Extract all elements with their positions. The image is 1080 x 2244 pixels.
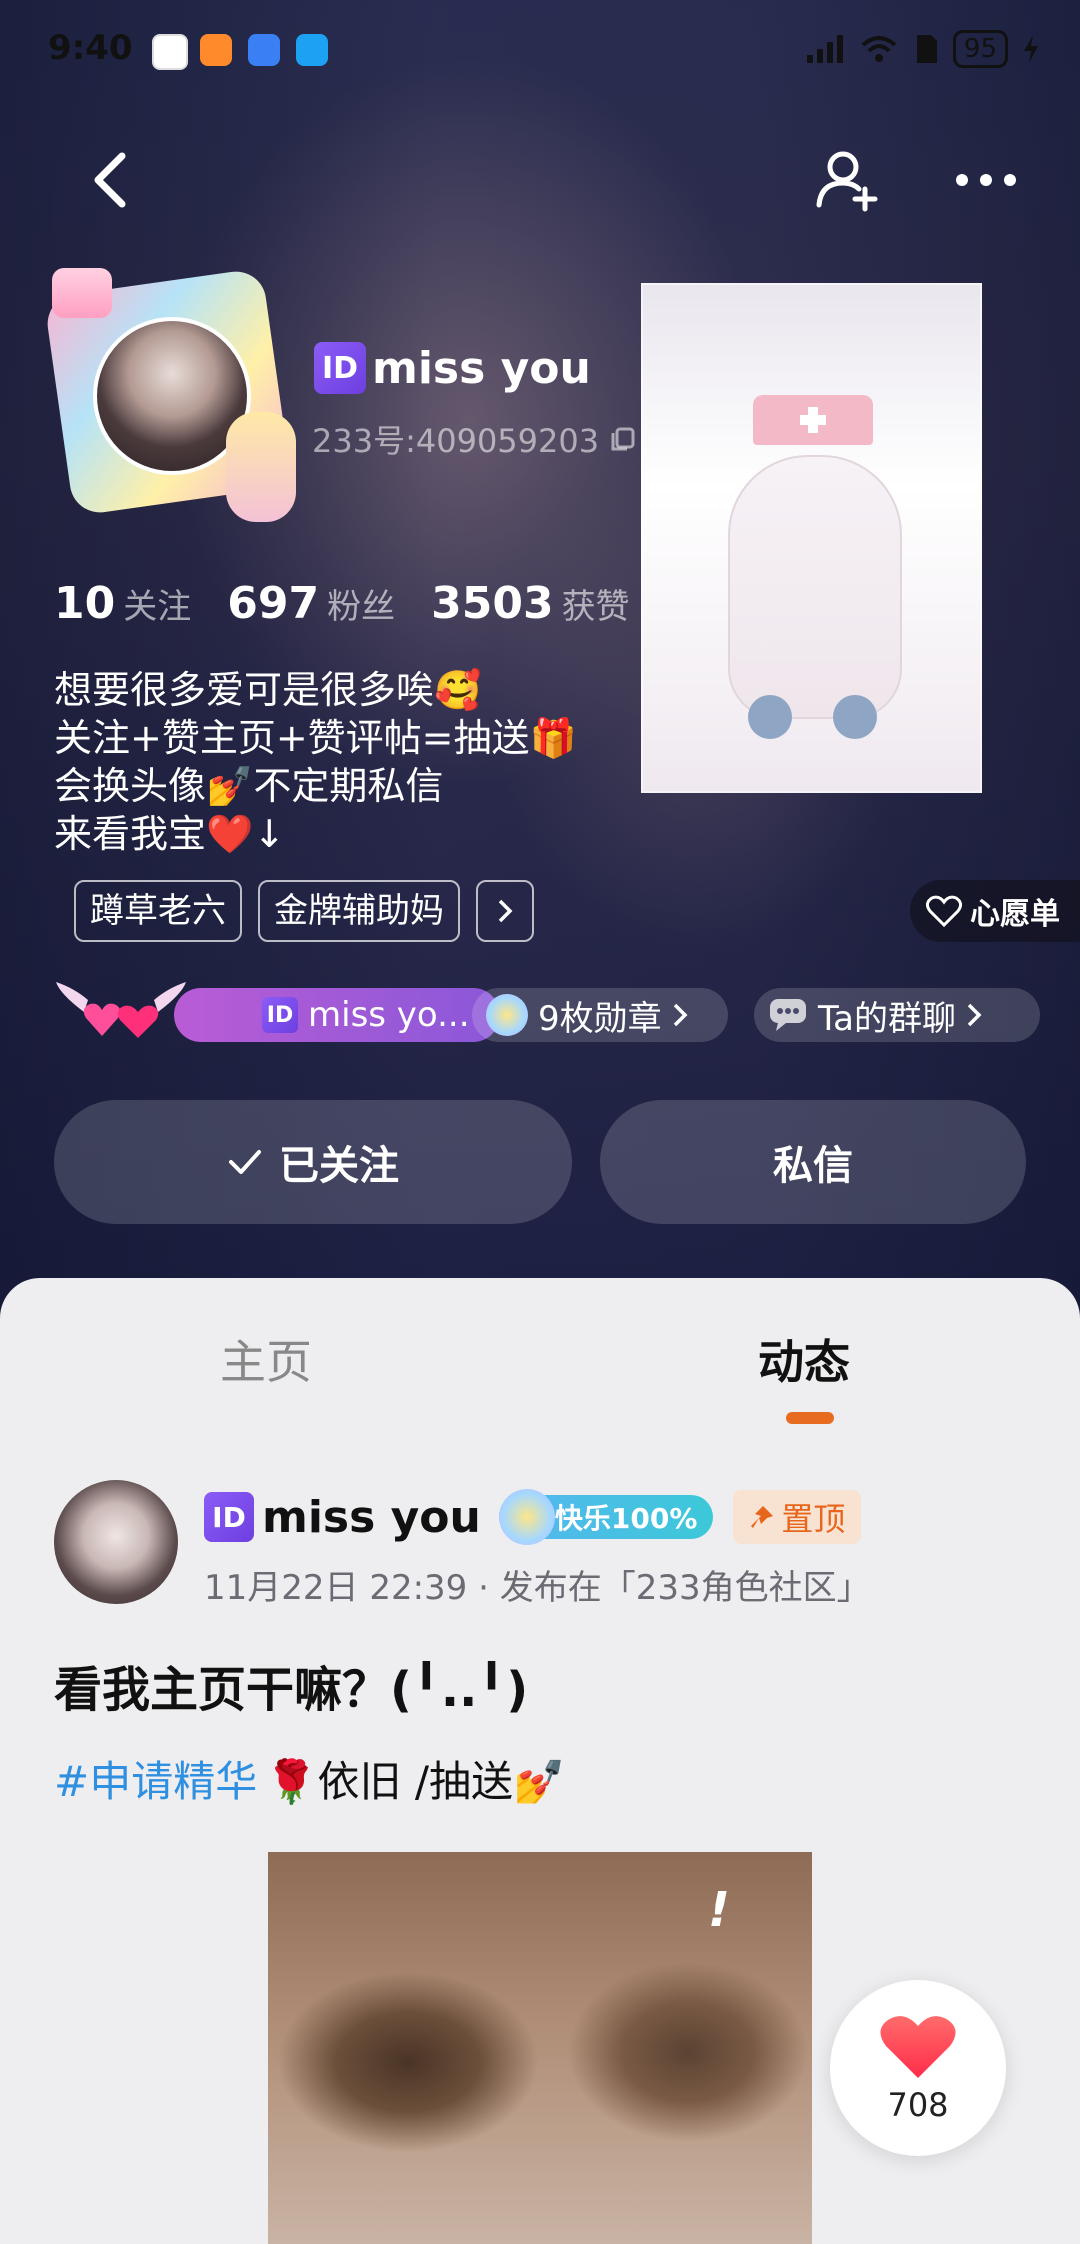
post-hashtag[interactable]: #申请精华 <box>54 1748 257 1809</box>
medal-icon <box>498 1489 555 1545</box>
post-author-name[interactable]: miss you <box>262 1492 481 1543</box>
pin-icon <box>751 1506 774 1528</box>
badges-chip[interactable]: 9枚勋章 <box>472 988 728 1042</box>
profile-tabs: 主页 动态 <box>0 1278 1080 1428</box>
message-label: 私信 <box>773 1143 853 1189</box>
charging-icon <box>1024 35 1038 63</box>
bio-line: 想要很多爱可是很多唉🥰 <box>54 668 482 712</box>
post-header: ID miss you 快乐100% 置顶 <box>204 1489 862 1545</box>
character-left-eye <box>748 695 792 739</box>
signal-icon <box>806 35 843 63</box>
stat-likes[interactable]: 3503 获赞 <box>431 578 629 629</box>
stat-following[interactable]: 10 关注 <box>54 578 191 629</box>
following-button[interactable]: 已关注 <box>54 1100 572 1224</box>
stat-followers[interactable]: 697 粉丝 <box>227 578 395 629</box>
post-author-avatar[interactable] <box>54 1480 178 1604</box>
character-showcase-card[interactable] <box>641 283 982 793</box>
group-chat-label: Ta的群聊 <box>818 998 956 1039</box>
post-image[interactable]: ! <box>268 1852 812 2244</box>
profile-avatar[interactable] <box>38 262 298 522</box>
back-arrow-icon <box>94 152 126 208</box>
wishlist-button[interactable]: 心愿单 <box>910 880 1080 942</box>
id-badge: ID <box>204 1492 254 1542</box>
bio-line: 关注+赞主页+赞评帖=抽送🎁 <box>54 716 577 760</box>
profile-bio: 想要很多爱可是很多唉🥰 关注+赞主页+赞评帖=抽送🎁 会换头像💅不定期私信 来看… <box>54 666 577 858</box>
cake-decoration-icon <box>52 268 112 318</box>
copy-icon <box>611 427 635 451</box>
cross-icon <box>800 407 826 433</box>
profile-tags: 蹲草老六 金牌辅助妈 <box>74 880 534 942</box>
image-exclamation-mark: ! <box>708 1882 730 1938</box>
post-body-text: 🌹依旧 /抽送💅 <box>265 1757 566 1806</box>
add-user-icon <box>816 151 878 212</box>
heart-icon <box>880 2016 956 2078</box>
following-label: 已关注 <box>279 1143 399 1189</box>
character-right-eye <box>833 695 877 739</box>
more-options-button[interactable] <box>946 140 1026 220</box>
chevron-right-icon <box>498 899 513 923</box>
like-button[interactable]: 708 <box>830 1980 1006 2156</box>
id-badge: ID <box>262 997 298 1033</box>
chat-bubble-icon <box>770 999 806 1031</box>
group-chat-chip[interactable]: Ta的群聊 <box>754 988 1040 1042</box>
profile-username: miss you <box>372 342 591 394</box>
post-body: #申请精华 🌹依旧 /抽送💅 <box>54 1748 565 1809</box>
check-icon <box>229 1150 261 1174</box>
profile-chips: ID miss yo... 9枚勋章 Ta的群聊 <box>54 980 1054 1044</box>
profile-actions: 已关注 私信 <box>54 1100 1026 1224</box>
id-badge: ID <box>314 342 366 394</box>
video-app-icon <box>200 34 232 66</box>
search-app-icon <box>296 34 328 66</box>
chevron-right-icon <box>967 1003 982 1027</box>
back-button[interactable] <box>70 140 150 220</box>
battery-level: 95 <box>952 30 1008 68</box>
tab-feed[interactable]: 动态 <box>758 1326 850 1392</box>
happy-level-badge: 快乐100% <box>498 1489 714 1545</box>
wifi-icon <box>861 36 897 62</box>
music-app-icon <box>152 34 188 70</box>
doll-decoration-icon <box>226 412 296 522</box>
tab-active-indicator <box>786 1412 834 1424</box>
character-face <box>728 455 902 719</box>
heart-outline-icon <box>926 895 962 927</box>
profile-uid: 233号:409059203 <box>312 422 600 460</box>
bio-line: 会换头像💅不定期私信 <box>54 764 444 808</box>
tag-item[interactable]: 金牌辅助妈 <box>258 880 460 942</box>
profile-name-row: ID miss you <box>314 342 591 394</box>
message-button[interactable]: 私信 <box>600 1100 1026 1224</box>
tab-home[interactable]: 主页 <box>220 1326 312 1392</box>
status-bar: 9:40 95 <box>0 0 1080 100</box>
sim-icon <box>916 35 937 63</box>
winged-heart-icon <box>56 982 186 1038</box>
tags-more-button[interactable] <box>476 880 534 942</box>
medal-icon <box>486 994 528 1036</box>
tag-item[interactable]: 蹲草老六 <box>74 880 242 942</box>
badges-label: 9枚勋章 <box>538 998 662 1039</box>
status-right: 95 <box>805 30 1040 68</box>
post-title[interactable]: 看我主页干嘛？(╹..╹) <box>54 1650 528 1720</box>
name-plate-text: miss yo... <box>308 995 470 1035</box>
post-meta: 11月22日 22:39 · 发布在「233角色社区」 <box>204 1568 871 1608</box>
name-plate-chip[interactable]: ID miss yo... <box>174 988 500 1042</box>
pinned-badge: 置顶 <box>733 1490 862 1544</box>
status-time: 9:40 <box>48 28 133 68</box>
chevron-right-icon <box>673 1003 688 1027</box>
bio-line: 来看我宝❤️↓ <box>54 812 286 856</box>
more-dots-icon <box>956 174 1016 186</box>
profile-uid-row[interactable]: 233号:409059203 <box>312 416 637 462</box>
add-friend-button[interactable] <box>808 140 888 220</box>
like-count: 708 <box>887 2086 949 2124</box>
profile-stats: 10 关注 697 粉丝 3503 获赞 <box>54 578 666 629</box>
wishlist-label: 心愿单 <box>970 897 1060 932</box>
shop-app-icon <box>248 34 280 66</box>
